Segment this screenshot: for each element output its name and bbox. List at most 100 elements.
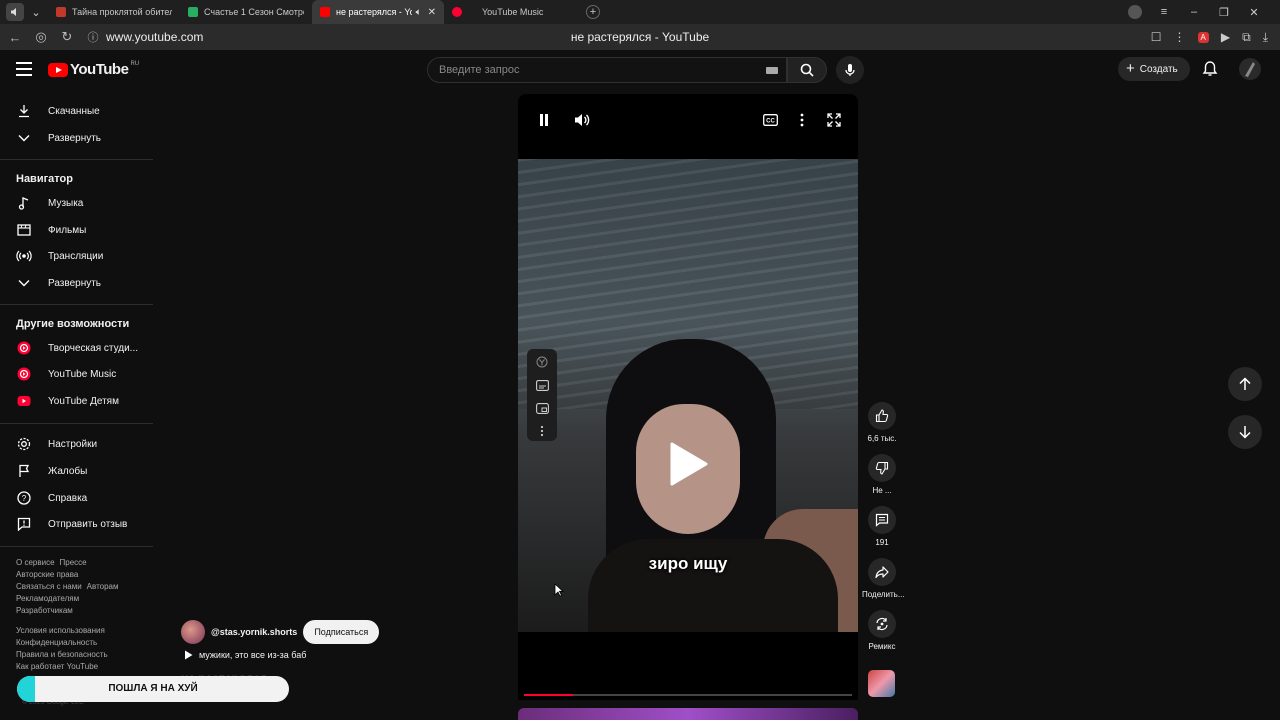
like-button[interactable] bbox=[868, 402, 896, 430]
footer-link[interactable]: Разработчикам bbox=[16, 606, 73, 615]
subtitles-icon[interactable] bbox=[532, 376, 552, 394]
channel-avatar[interactable] bbox=[181, 620, 205, 644]
downloads-icon[interactable]: ⤓ bbox=[1263, 30, 1268, 45]
search-input[interactable]: Введите запрос bbox=[427, 57, 787, 83]
bookmark-icon[interactable]: ☐ bbox=[1151, 30, 1162, 44]
browser-tab-active[interactable]: не растерялся - You 🔈︎ ✕ bbox=[312, 0, 444, 24]
more-vert-icon bbox=[800, 113, 804, 127]
protect-icon[interactable]: ◎ bbox=[30, 26, 52, 48]
tab-menu-icon[interactable]: ≡ bbox=[1156, 4, 1172, 20]
youtube-logo[interactable]: YouTube RU bbox=[48, 61, 139, 78]
sidebar-item-reports[interactable]: Жалобы bbox=[0, 458, 153, 484]
translate-icon[interactable]: A bbox=[1197, 31, 1209, 43]
browser-tab-4[interactable]: YouTube Music bbox=[444, 0, 580, 24]
browser-tab-1[interactable]: Тайна проклятой обител bbox=[48, 0, 180, 24]
pip-icon[interactable] bbox=[532, 399, 552, 417]
subscribe-button[interactable]: Подписаться bbox=[303, 620, 380, 644]
avatar[interactable] bbox=[1239, 58, 1261, 80]
tab-list-chevron-icon[interactable]: ⌄ bbox=[28, 4, 44, 20]
remix-button[interactable] bbox=[868, 610, 896, 638]
sidebar-divider bbox=[0, 304, 153, 305]
back-icon[interactable]: ← bbox=[4, 26, 26, 48]
next-short-button[interactable] bbox=[1228, 415, 1262, 449]
voice-search-button[interactable] bbox=[836, 56, 864, 84]
menu-icon[interactable] bbox=[16, 62, 32, 76]
progress-bar[interactable] bbox=[524, 694, 852, 696]
sidebar-item-help[interactable]: ? Справка bbox=[0, 485, 153, 511]
footer-link[interactable]: О сервисе bbox=[16, 558, 55, 567]
shorts-player[interactable]: CC зиро ищу bbox=[518, 94, 858, 700]
sidebar-item-expand-2[interactable]: Развернуть bbox=[0, 270, 153, 296]
footer-link[interactable]: Связаться с нами bbox=[16, 582, 82, 591]
profile-icon[interactable] bbox=[1128, 5, 1142, 19]
sidebar-item-yt-kids[interactable]: YouTube Детям bbox=[0, 388, 153, 414]
previous-short-button[interactable] bbox=[1228, 367, 1262, 401]
remix-icon bbox=[876, 617, 888, 631]
fullscreen-button[interactable] bbox=[822, 108, 846, 132]
create-button[interactable]: + Создать bbox=[1118, 57, 1190, 81]
search-button[interactable] bbox=[787, 57, 827, 83]
url-text[interactable]: www.youtube.com bbox=[106, 30, 203, 44]
footer-link[interactable]: Конфиденциальность bbox=[16, 638, 97, 647]
sidebar-item-music[interactable]: Музыка bbox=[0, 190, 153, 216]
sound-icon[interactable] bbox=[6, 3, 24, 21]
sound-thumbnail[interactable] bbox=[868, 670, 895, 697]
sidebar-item-settings[interactable]: Настройки bbox=[0, 431, 153, 457]
search-icon bbox=[800, 63, 814, 77]
more-vert-icon[interactable]: ⋮ bbox=[1174, 30, 1186, 44]
dislike-button[interactable] bbox=[868, 454, 896, 482]
keyboard-icon[interactable] bbox=[766, 67, 778, 74]
close-window-icon[interactable]: ✕ bbox=[1246, 4, 1262, 20]
sidebar-item-label: Жалобы bbox=[48, 465, 88, 477]
footer-link[interactable]: Как работает YouTube bbox=[16, 662, 98, 671]
download-icon bbox=[0, 104, 48, 118]
more-vert-icon[interactable] bbox=[532, 422, 552, 440]
expand-icon bbox=[827, 113, 841, 127]
sidebar-item-label: Творческая студи... bbox=[48, 342, 139, 354]
comment-count: 191 bbox=[875, 538, 889, 547]
new-tab-icon[interactable]: + bbox=[586, 5, 600, 19]
sidebar-item-feedback[interactable]: Отправить отзыв bbox=[0, 511, 153, 537]
footer-link[interactable]: Прессе bbox=[60, 558, 87, 567]
sound-description[interactable]: мужики, это все из-за баб bbox=[184, 650, 306, 660]
comments-button[interactable] bbox=[868, 506, 896, 534]
more-options-button[interactable] bbox=[790, 108, 814, 132]
sidebar-item-yt-music[interactable]: YouTube Music bbox=[0, 361, 153, 387]
notifications-button[interactable] bbox=[1202, 60, 1218, 82]
help-icon: ? bbox=[0, 491, 48, 505]
reload-icon[interactable]: ↻ bbox=[56, 26, 78, 48]
sidebar-item-label: Справка bbox=[48, 492, 88, 504]
minimize-icon[interactable]: – bbox=[1186, 4, 1202, 20]
tab-close-icon[interactable]: ✕ bbox=[428, 7, 436, 18]
pause-button[interactable] bbox=[532, 108, 556, 132]
sidebar-item-expand[interactable]: Развернуть bbox=[0, 125, 153, 151]
big-play-icon[interactable] bbox=[668, 442, 708, 491]
sidebar-item-label: Настройки bbox=[48, 438, 98, 450]
channel-name[interactable]: @stas.yornik.shorts bbox=[211, 627, 297, 637]
captions-button[interactable]: CC bbox=[758, 108, 782, 132]
footer-link[interactable]: Условия использования bbox=[16, 626, 105, 635]
tab-title: YouTube Music bbox=[482, 7, 544, 17]
maximize-icon[interactable]: ❐ bbox=[1216, 4, 1232, 20]
extensions-icon[interactable]: ⧉ bbox=[1242, 30, 1251, 45]
footer-link[interactable]: Авторские права bbox=[16, 570, 78, 579]
footer-link[interactable]: Рекламодателям bbox=[16, 594, 79, 603]
share-button[interactable] bbox=[868, 558, 896, 586]
media-icon[interactable]: ▶ bbox=[1221, 30, 1230, 44]
sidebar-item-live[interactable]: Трансляции bbox=[0, 243, 153, 269]
sidebar-item-downloads[interactable]: Скачанные bbox=[0, 98, 153, 124]
sidebar-item-studio[interactable]: Творческая студи... bbox=[0, 335, 153, 361]
footer-link[interactable]: Авторам bbox=[87, 582, 119, 591]
alice-icon[interactable] bbox=[532, 353, 552, 371]
site-info-icon[interactable]: ⓘ bbox=[82, 26, 104, 48]
footer-link[interactable]: Правила и безопасность bbox=[16, 650, 108, 659]
tab-audio-icon[interactable]: 🔈︎ bbox=[416, 7, 422, 18]
navigator-heading: Навигатор bbox=[16, 173, 73, 185]
browser-tab-2[interactable]: Счастье 1 Сезон Смотре bbox=[180, 0, 312, 24]
tab-title: Тайна проклятой обител bbox=[72, 7, 172, 17]
volume-button[interactable] bbox=[570, 108, 594, 132]
next-short-thumbnail[interactable] bbox=[518, 708, 858, 720]
sidebar-item-films[interactable]: Фильмы bbox=[0, 217, 153, 243]
mic-icon bbox=[845, 64, 855, 76]
share-icon bbox=[875, 566, 889, 579]
